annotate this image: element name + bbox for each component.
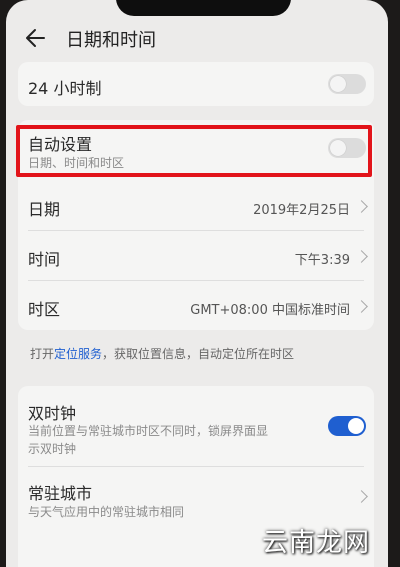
- hint-prefix: 打开: [30, 347, 55, 361]
- page-title: 日期和时间: [66, 30, 156, 51]
- header: 日期和时间: [6, 18, 388, 58]
- divider: [28, 466, 364, 467]
- camera-notch: [116, 0, 291, 16]
- divider: [28, 230, 364, 231]
- highlight-box: [16, 125, 372, 177]
- row-dual-clock-sub-2: 示双时钟: [28, 442, 77, 456]
- row-date[interactable]: 日期 2019年2月25日: [18, 182, 374, 228]
- chevron-right-icon: [355, 490, 368, 503]
- row-time-label: 时间: [28, 250, 61, 269]
- chevron-right-icon: [355, 300, 368, 313]
- divider: [28, 280, 364, 281]
- location-services-link[interactable]: 定位服务: [54, 347, 102, 361]
- hint-suffix: ，获取位置信息，自动定位所在时区: [102, 347, 295, 361]
- row-home-city-label: 常驻城市: [28, 484, 93, 503]
- card-24-hour: 24 小时制: [18, 62, 374, 106]
- toggle-24-hour[interactable]: [328, 74, 366, 94]
- row-date-label: 日期: [28, 200, 61, 219]
- row-timezone-value: GMT+08:00 中国标准时间: [190, 303, 350, 318]
- row-24-hour[interactable]: 24 小时制: [18, 62, 374, 106]
- row-timezone-label: 时区: [28, 300, 61, 319]
- chevron-right-icon: [355, 200, 368, 213]
- row-dual-clock-label: 双时钟: [28, 404, 77, 423]
- location-hint: 打开定位服务，获取位置信息，自动定位所在时区: [30, 345, 294, 362]
- row-timezone[interactable]: 时区 GMT+08:00 中国标准时间: [18, 282, 374, 328]
- watermark-text: 云南龙网: [262, 528, 371, 558]
- row-date-value: 2019年2月25日: [253, 203, 350, 218]
- row-dual-clock[interactable]: 双时钟 当前位置与常驻城市时区不同时，锁屏界面显 示双时钟: [18, 386, 374, 464]
- chevron-right-icon: [355, 250, 368, 263]
- row-home-city-sub: 与天气应用中的常驻城市相同: [28, 505, 185, 519]
- row-time[interactable]: 时间 下午3:39: [18, 232, 374, 278]
- row-dual-clock-sub-1: 当前位置与常驻城市时区不同时，锁屏界面显: [28, 424, 269, 438]
- phone-screen: 日期和时间 24 小时制 自动设置 日期、时间和时区 日期 2019年2月25日…: [6, 0, 388, 567]
- row-24-hour-label: 24 小时制: [28, 79, 102, 98]
- row-time-value: 下午3:39: [294, 253, 350, 268]
- back-arrow-icon[interactable]: [22, 24, 50, 52]
- toggle-dual-clock[interactable]: [328, 416, 366, 436]
- row-home-city[interactable]: 常驻城市 与天气应用中的常驻城市相同: [18, 468, 374, 528]
